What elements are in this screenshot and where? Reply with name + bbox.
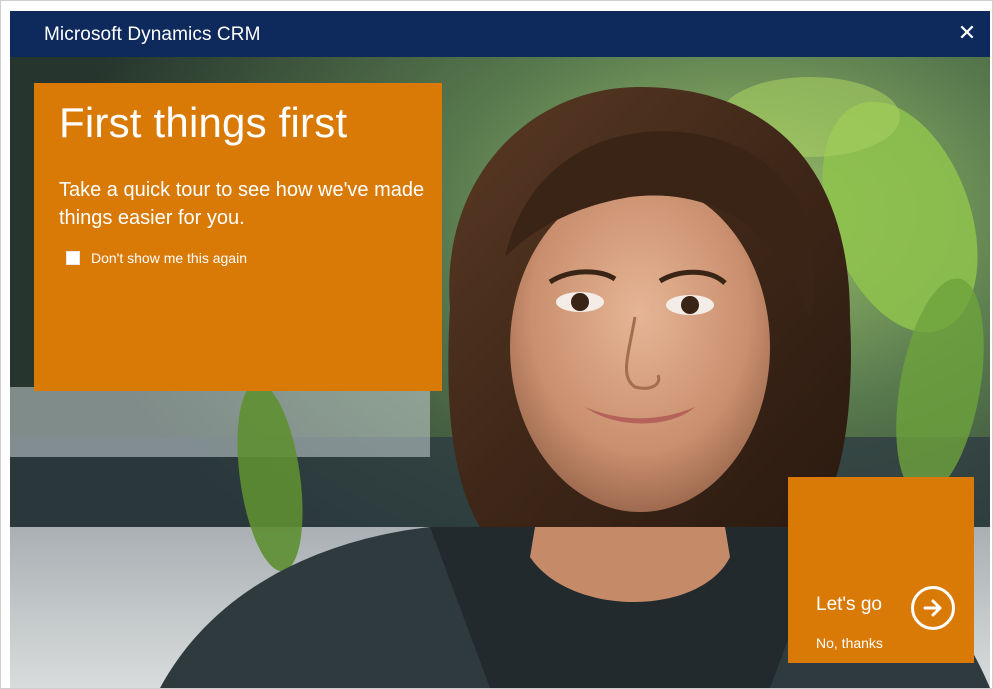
intro-description: Take a quick tour to see how we've made …: [59, 179, 425, 229]
screenshot-frame: Microsoft Dynamics CRM ✕ First things fi…: [0, 0, 993, 689]
dont-show-again-checkbox[interactable]: Don't show me this again: [66, 250, 247, 266]
checkbox-box[interactable]: [66, 251, 80, 265]
arrow-right-circle-icon[interactable]: [911, 586, 955, 630]
close-icon[interactable]: ✕: [954, 20, 980, 46]
intro-tile: First things first Take a quick tour to …: [34, 83, 442, 391]
no-thanks-link[interactable]: No, thanks: [816, 635, 883, 651]
action-tile: Let's go No, thanks: [788, 477, 974, 663]
dialog-title: Microsoft Dynamics CRM: [44, 24, 261, 45]
welcome-dialog: Microsoft Dynamics CRM ✕ First things fi…: [10, 11, 990, 688]
arrow-right-glyph: [923, 599, 942, 617]
lets-go-button[interactable]: Let's go: [816, 594, 882, 616]
dialog-titlebar: Microsoft Dynamics CRM ✕: [10, 11, 990, 57]
dont-show-again-label[interactable]: Don't show me this again: [91, 250, 247, 266]
intro-heading: First things first: [59, 99, 348, 146]
